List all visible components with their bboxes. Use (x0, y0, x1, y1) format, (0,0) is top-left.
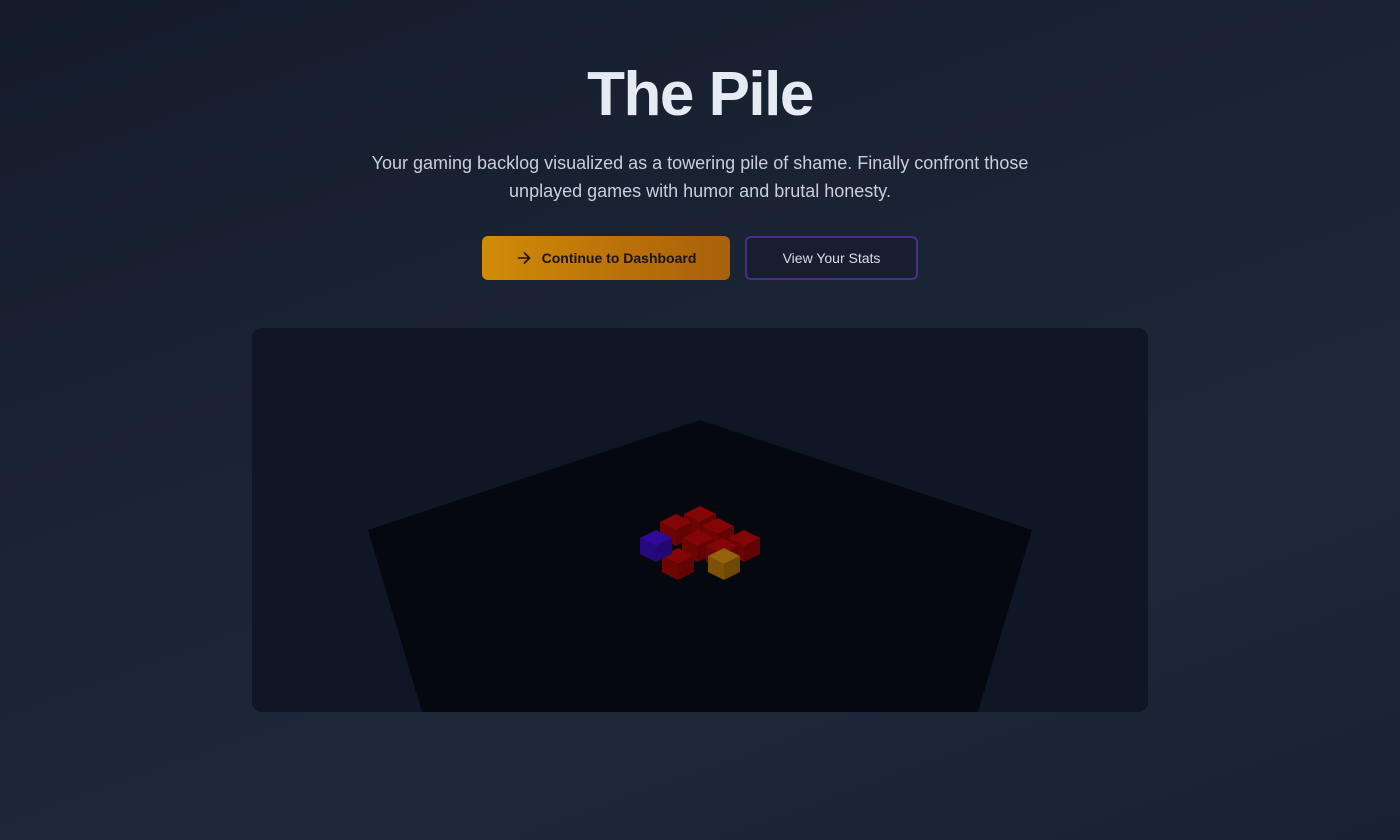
pile-floor (368, 420, 1032, 712)
hero-subtitle: Your gaming backlog visualized as a towe… (371, 153, 1029, 201)
arrow-right-icon (517, 252, 530, 264)
view-stats-label: View Your Stats (782, 250, 881, 266)
page-title: The Pile (587, 60, 814, 129)
continue-to-dashboard-button[interactable]: Continue to Dashboard (482, 236, 730, 280)
pile-3d-viewport[interactable] (252, 328, 1148, 712)
pile-canvas (368, 420, 1032, 712)
view-stats-button[interactable]: View Your Stats (745, 236, 918, 280)
continue-to-dashboard-label: Continue to Dashboard (541, 250, 697, 266)
